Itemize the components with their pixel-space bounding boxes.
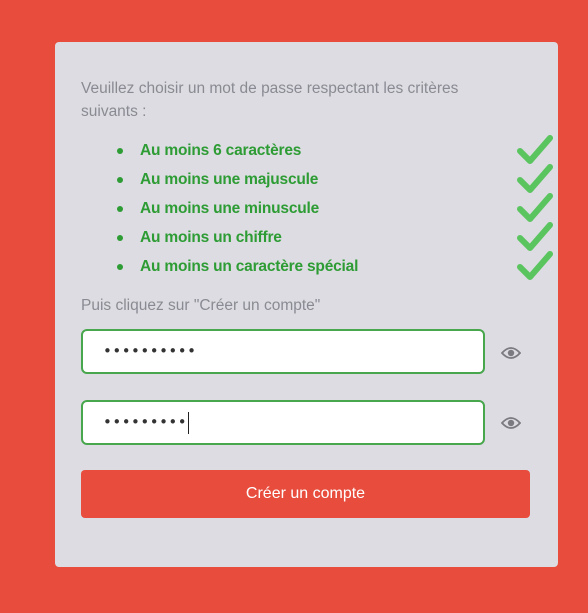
confirm-password-value: ••••••••• (103, 413, 188, 431)
criterion-label: Au moins un caractère spécial (140, 258, 359, 275)
criterion-item: Au moins 6 caractères (81, 135, 553, 165)
instruction-text: Puis cliquez sur "Créer un compte" (81, 297, 321, 314)
password-value: •••••••••• (103, 342, 197, 360)
criterion-label: Au moins un chiffre (140, 229, 282, 246)
criterion-label: Au moins une majuscule (140, 171, 319, 188)
criterion-item: Au moins une minuscule (81, 193, 553, 223)
check-icon (517, 134, 553, 166)
create-account-button[interactable]: Créer un compte (81, 470, 530, 518)
bullet (117, 264, 123, 270)
check-icon (517, 221, 553, 253)
check-icon (517, 250, 553, 282)
criterion-item: Au moins une majuscule (81, 164, 553, 194)
criterion-item: Au moins un chiffre (81, 222, 553, 252)
confirm-password-input[interactable]: ••••••••• (81, 400, 485, 445)
text-caret (188, 411, 190, 434)
eye-icon[interactable] (500, 416, 522, 430)
check-icon (517, 163, 553, 195)
criteria-list: Au moins 6 caractères Au moins une majus… (81, 135, 553, 281)
intro-text: Veuillez choisir un mot de passe respect… (81, 80, 459, 120)
bullet (117, 235, 123, 241)
bullet (117, 206, 123, 212)
eye-icon[interactable] (500, 346, 522, 360)
criterion-label: Au moins 6 caractères (140, 142, 302, 159)
criterion-item: Au moins un caractère spécial (81, 251, 553, 281)
criterion-label: Au moins une minuscule (140, 200, 320, 217)
password-input[interactable]: •••••••••• (81, 329, 485, 374)
check-icon (517, 192, 553, 224)
bullet (117, 148, 123, 154)
password-card: Veuillez choisir un mot de passe respect… (55, 42, 558, 567)
bullet (117, 177, 123, 183)
